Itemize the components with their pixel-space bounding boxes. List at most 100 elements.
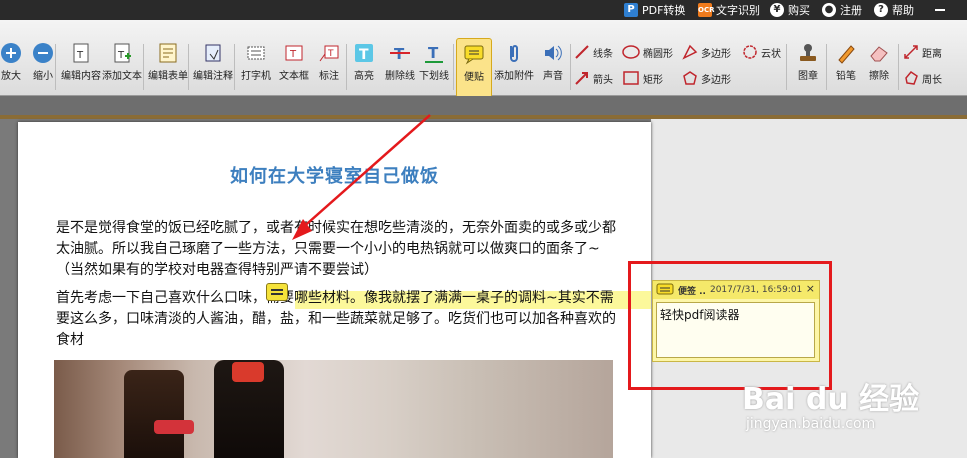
speaker-icon [545, 45, 562, 61]
underline-icon: T [425, 44, 443, 63]
polygon-label: 多边形 [701, 48, 731, 60]
baidu-watermark: Bai du 经验 jingyan.baidu.com [740, 372, 967, 458]
arrow-tool[interactable]: 箭头 [574, 68, 613, 88]
toolbar: 放大 缩小 T 编辑内容 T 添加文本 编辑表单 编辑注释 打字机 T 文本框 … [0, 20, 967, 98]
add-text-label: 添加文本 [102, 71, 142, 82]
yen-icon: ¥ [770, 3, 784, 17]
distance-icon [904, 45, 918, 59]
separator [143, 44, 144, 90]
line-icon [575, 45, 589, 59]
svg-text:T: T [117, 50, 125, 61]
separator [898, 44, 899, 90]
polyline-tool[interactable]: 多边形 [682, 68, 731, 88]
perimeter-tool[interactable]: 周长 [903, 68, 942, 88]
typewriter-icon [247, 46, 265, 60]
watermark-main: Bai du 经验 [742, 382, 920, 417]
paragraph-1: 是不是觉得食堂的饭已经吃腻了，或者有时候实在想吃些清淡的，无奈外面卖的或多或少都… [56, 220, 616, 278]
bottle-cap [232, 362, 264, 382]
cloud-tool[interactable]: 云状 [742, 42, 781, 62]
edit-annot-button[interactable]: 编辑注释 [190, 38, 236, 98]
edit-annot-label: 编辑注释 [193, 71, 233, 82]
edit-content-icon: T [73, 43, 89, 63]
pentagon-icon [683, 71, 697, 85]
underline-button[interactable]: T 下划线 [411, 38, 457, 98]
highlight-icon: T [355, 44, 373, 63]
eraser-icon [870, 46, 888, 62]
red-highlight-box [628, 261, 832, 390]
polygon-icon [682, 44, 698, 60]
pdf-convert-button[interactable]: P PDF转换 [624, 2, 685, 18]
edit-content-button[interactable]: T 编辑内容 [58, 38, 104, 98]
ellipse-tool[interactable]: 椭圆形 [622, 42, 673, 62]
document-photo [54, 360, 613, 458]
form-icon [159, 43, 177, 63]
svg-text:T: T [359, 47, 369, 63]
distance-tool[interactable]: 距离 [903, 42, 942, 62]
eraser-label: 擦除 [869, 71, 889, 82]
line-tool[interactable]: 线条 [574, 42, 613, 62]
add-text-icon: T [114, 43, 131, 63]
perimeter-icon [905, 71, 918, 85]
ellipse-icon [622, 45, 640, 59]
arrow-icon [575, 72, 588, 85]
eraser-button[interactable]: 擦除 [856, 38, 902, 98]
pdf-convert-label: PDF转换 [642, 4, 686, 17]
user-icon: ● [822, 3, 836, 17]
title-bar: P PDF转换 OCR 文字识别 ¥ 购买 ● 注册 ? 帮助 [0, 0, 967, 20]
minimize-button[interactable] [935, 9, 945, 11]
add-text-button[interactable]: T 添加文本 [99, 38, 145, 98]
strikethrough-icon: T [390, 45, 410, 63]
svg-text:T: T [327, 49, 334, 59]
rect-label: 矩形 [643, 74, 663, 86]
polyline-label: 多边形 [701, 74, 731, 86]
help-button[interactable]: ? 帮助 [874, 2, 914, 18]
buy-label: 购买 [788, 4, 810, 17]
sticky-note-button[interactable]: 便贴 [456, 38, 492, 98]
watermark-sub: jingyan.baidu.com [746, 416, 876, 432]
perimeter-label: 周长 [922, 74, 942, 86]
stamp-icon [800, 44, 816, 61]
svg-text:T: T [289, 49, 297, 60]
distance-label: 距离 [922, 48, 942, 60]
pdf-page: 如何在大学寝室自己做饭 是不是觉得食堂的饭已经吃腻了，或者有时候实在想吃些清淡的… [18, 122, 651, 458]
underline-label: 下划线 [419, 71, 449, 82]
document-title: 如何在大学寝室自己做饭 [230, 166, 439, 187]
separator [188, 44, 189, 90]
zoom-out-icon [33, 43, 53, 63]
register-button[interactable]: ● 注册 [822, 2, 862, 18]
viewer-top-bar [0, 96, 967, 116]
line-label: 线条 [593, 48, 613, 60]
sticky-note-icon [464, 45, 484, 65]
cloud-icon [743, 45, 757, 59]
register-label: 注册 [840, 4, 862, 17]
edit-form-button[interactable]: 编辑表单 [145, 38, 191, 98]
pencil-icon [838, 45, 855, 64]
sticky-note-label: 便贴 [464, 72, 484, 83]
textbox-icon: T [285, 45, 303, 61]
help-icon: ? [874, 3, 888, 17]
red-label [154, 420, 194, 434]
edit-form-label: 编辑表单 [148, 71, 188, 82]
pdf-icon: P [624, 3, 638, 17]
rect-tool[interactable]: 矩形 [622, 68, 663, 88]
rectangle-icon [623, 71, 639, 85]
help-label: 帮助 [892, 4, 914, 17]
paragraph-2: 首先考虑一下自己喜欢什么口味，需要哪些材料。像我就摆了满满一桌子的调料~其实不需… [56, 290, 616, 348]
ocr-label: 文字识别 [716, 4, 760, 17]
ocr-icon: OCR [698, 3, 714, 17]
svg-text:T: T [76, 50, 84, 61]
edit-content-label: 编辑内容 [61, 71, 101, 82]
ocr-button[interactable]: OCR 文字识别 [698, 2, 760, 18]
callout-icon: T [319, 45, 339, 62]
separator [570, 44, 571, 90]
sticky-note-marker[interactable] [266, 283, 288, 301]
annotation-icon [205, 44, 221, 62]
buy-button[interactable]: ¥ 购买 [770, 2, 810, 18]
cloud-label: 云状 [761, 48, 781, 60]
separator [453, 44, 454, 90]
paperclip-icon [510, 45, 518, 62]
separator [55, 44, 56, 90]
polygon-tool[interactable]: 多边形 [682, 42, 731, 62]
svg-text:T: T [428, 44, 439, 62]
zoom-in-icon [1, 43, 21, 63]
